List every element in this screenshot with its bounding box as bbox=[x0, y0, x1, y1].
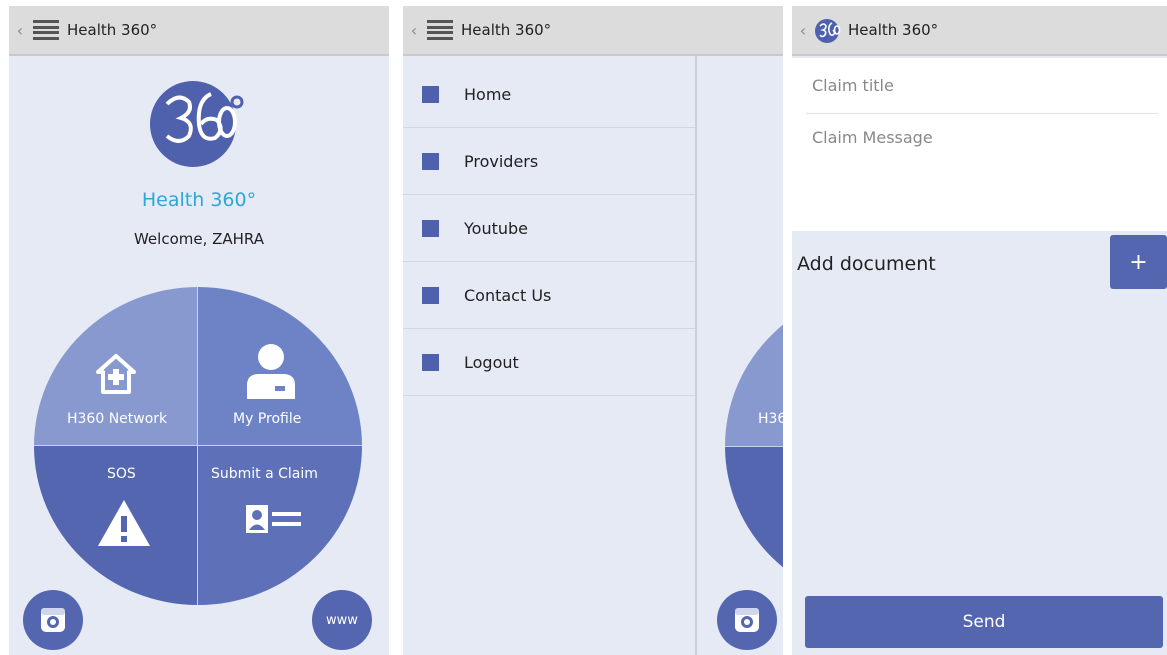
menu-item-label: Contact Us bbox=[464, 285, 552, 305]
welcome-message: Welcome, ZAHRA bbox=[133, 230, 265, 248]
sos-tile[interactable]: SOS bbox=[34, 446, 198, 605]
claim-screen: ‹ Health 360° Claim title Claim Message … bbox=[792, 6, 1167, 655]
back-chevron-icon[interactable]: ‹ bbox=[405, 21, 423, 40]
id-card-icon bbox=[246, 505, 301, 533]
submit-claim-tile[interactable]: Submit a Claim bbox=[198, 446, 362, 605]
menu-item-label: Providers bbox=[464, 151, 539, 171]
app-title: Health 360° bbox=[67, 21, 158, 39]
menu-item-label: Home bbox=[464, 84, 512, 104]
top-bar: ‹ Health 360° bbox=[9, 6, 389, 56]
menu-bullet-icon bbox=[422, 152, 439, 170]
menu-screen: ‹ Health 360° H36 Home Providers Youtube bbox=[403, 6, 783, 655]
sos-label: SOS bbox=[107, 466, 136, 482]
instagram-button[interactable] bbox=[23, 590, 83, 650]
warning-icon bbox=[98, 500, 150, 546]
menu-item-home[interactable]: Home bbox=[403, 61, 695, 128]
menu-item-contact-us[interactable]: Contact Us bbox=[403, 262, 695, 329]
home-screen: ‹ Health 360° Health 360° Welcome, ZAHRA… bbox=[9, 6, 389, 655]
back-chevron-icon[interactable]: ‹ bbox=[11, 21, 29, 40]
menu-bullet-icon bbox=[422, 219, 439, 237]
add-document-button[interactable]: + bbox=[1110, 235, 1167, 289]
menu-bullet-icon bbox=[422, 353, 439, 371]
h360-network-label: H360 Network bbox=[67, 411, 168, 427]
field-divider bbox=[806, 113, 1158, 114]
top-bar: ‹ Health 360° bbox=[403, 6, 783, 56]
send-label: Send bbox=[962, 612, 1006, 632]
menu-item-label: Youtube bbox=[464, 218, 528, 238]
instagram-icon bbox=[41, 608, 65, 632]
menu-item-providers[interactable]: Providers bbox=[403, 128, 695, 195]
top-bar: ‹ Health 360° bbox=[792, 6, 1167, 56]
menu-item-youtube[interactable]: Youtube bbox=[403, 195, 695, 262]
menu-item-logout[interactable]: Logout bbox=[403, 329, 695, 396]
underlying-network-label: H36 bbox=[758, 411, 783, 427]
submit-claim-label: Submit a Claim bbox=[211, 466, 318, 482]
my-profile-tile[interactable]: My Profile bbox=[198, 287, 362, 446]
website-label: www bbox=[326, 612, 358, 628]
h360-network-tile[interactable]: H360 Network bbox=[34, 287, 198, 446]
claim-message-input[interactable]: Claim Message bbox=[812, 128, 933, 147]
person-icon bbox=[247, 344, 295, 399]
claim-form: Claim title Claim Message bbox=[792, 58, 1167, 231]
menu-icon[interactable] bbox=[33, 20, 59, 40]
menu-item-label: Logout bbox=[464, 352, 519, 372]
menu-bullet-icon bbox=[422, 286, 439, 304]
navigation-drawer: Home Providers Youtube Contact Us Logout bbox=[403, 56, 697, 655]
instagram-button[interactable] bbox=[717, 590, 777, 650]
add-document-label: Add document bbox=[797, 253, 936, 275]
house-plus-icon bbox=[96, 354, 136, 394]
app-logo-icon bbox=[815, 19, 841, 43]
app-title: Health 360° bbox=[848, 21, 939, 39]
menu-icon[interactable] bbox=[427, 20, 453, 40]
app-name: Health 360° bbox=[141, 189, 257, 211]
app-title: Health 360° bbox=[461, 21, 552, 39]
instagram-icon bbox=[735, 608, 759, 632]
back-chevron-icon[interactable]: ‹ bbox=[794, 21, 812, 40]
plus-icon: + bbox=[1129, 249, 1148, 275]
underlying-wheel: H36 bbox=[725, 287, 783, 605]
menu-bullet-icon bbox=[422, 85, 439, 103]
website-button[interactable]: www bbox=[312, 590, 372, 650]
claim-title-input[interactable]: Claim title bbox=[812, 76, 894, 95]
send-button[interactable]: Send bbox=[805, 596, 1163, 648]
health360-logo bbox=[150, 81, 244, 167]
feature-wheel: H360 Network My Profile SOS Submit a Cla… bbox=[34, 287, 362, 605]
my-profile-label: My Profile bbox=[233, 411, 302, 427]
